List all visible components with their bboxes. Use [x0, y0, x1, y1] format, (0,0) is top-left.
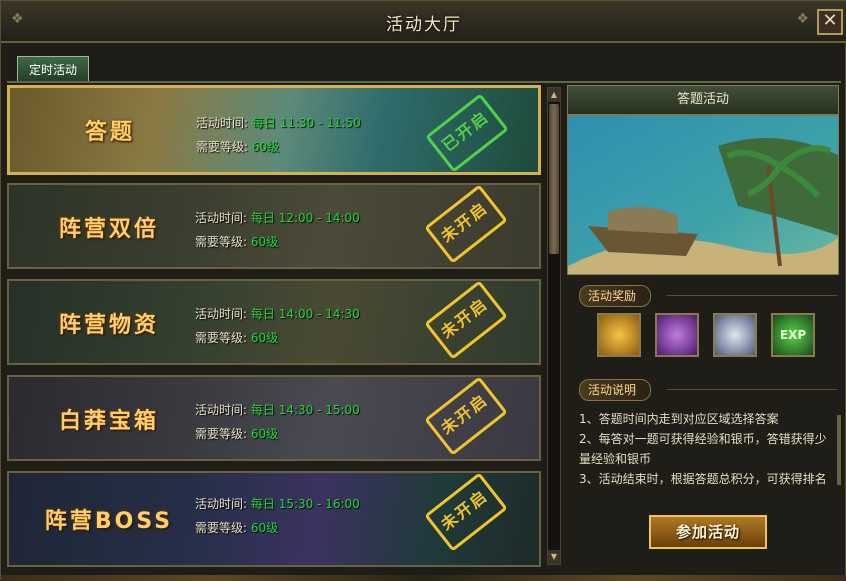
join-activity-button[interactable]: 参加活动: [649, 515, 767, 549]
corner-ornament-icon: ❖: [796, 11, 809, 27]
time-label: 活动时间:: [195, 307, 248, 321]
level-label: 需要等级:: [195, 521, 248, 535]
activity-name: 阵营双倍: [58, 217, 159, 242]
level-value: 60级: [251, 140, 280, 154]
tab-timed-activities[interactable]: 定时活动: [17, 56, 89, 82]
time-value: 每日 14:30 - 15:00: [250, 403, 360, 417]
activity-card-camp-supplies[interactable]: 阵营物资 活动时间: 每日 14:00 - 14:30 需要等级: 60级 未开…: [7, 279, 541, 365]
description-line: 2、每答对一题可获得经验和银币，答错获得少量经验和银币: [579, 432, 827, 466]
section-divider: [667, 295, 837, 296]
level-label: 需要等级:: [195, 235, 248, 249]
level-label: 需要等级:: [195, 427, 248, 441]
activity-card-quiz[interactable]: 答题 活动时间: 每日 11:30 - 11:50 需要等级: 60级 已开启: [7, 85, 541, 175]
section-divider: [667, 389, 837, 390]
activity-hall-window: ❖ 活动大厅 ❖ ✕ 定时活动 答题 活动时间: 每日 11:30 - 11:5…: [0, 0, 846, 581]
tab-divider: [7, 81, 841, 83]
description-line: 1、答题时间内走到对应区域选择答案: [579, 412, 779, 426]
time-label: 活动时间:: [195, 497, 248, 511]
scroll-up-icon[interactable]: ▲: [548, 88, 560, 102]
activity-name: 阵营BOSS: [44, 509, 174, 534]
scroll-down-icon[interactable]: ▼: [548, 550, 560, 564]
treasure-chest-icon[interactable]: [655, 313, 699, 357]
activity-card-camp-double[interactable]: 阵营双倍 活动时间: 每日 12:00 - 14:00 需要等级: 60级 未开…: [7, 183, 541, 269]
activity-preview-image: [567, 115, 839, 275]
description-scrollbar[interactable]: [837, 415, 841, 485]
level-value: 60级: [250, 427, 279, 441]
time-label: 活动时间:: [195, 403, 248, 417]
activity-card-treasure-box[interactable]: 白莽宝箱 活动时间: 每日 14:30 - 15:00 需要等级: 60级 未开…: [7, 375, 541, 461]
activity-name: 答题: [84, 120, 135, 145]
time-value: 每日 12:00 - 14:00: [250, 211, 360, 225]
level-value: 60级: [250, 235, 279, 249]
time-label: 活动时间:: [196, 116, 249, 130]
description-line: 3、活动结束时，根据答题总积分，可获得排名: [579, 472, 827, 486]
time-value: 每日 14:00 - 14:30: [250, 307, 360, 321]
description-section-label: 活动说明: [579, 379, 652, 401]
activity-name: 白莽宝箱: [58, 409, 159, 434]
reward-section-label: 活动奖励: [579, 285, 652, 307]
time-label: 活动时间:: [195, 211, 248, 225]
scroll-thumb[interactable]: [549, 104, 559, 254]
activity-card-camp-boss[interactable]: 阵营BOSS 活动时间: 每日 15:30 - 16:00 需要等级: 60级 …: [7, 471, 541, 567]
level-value: 60级: [250, 331, 279, 345]
level-label: 需要等级:: [196, 140, 249, 154]
time-value: 每日 11:30 - 11:50: [251, 116, 361, 130]
activity-description: 1、答题时间内走到对应区域选择答案 2、每答对一题可获得经验和银币，答错获得少量…: [579, 409, 831, 489]
close-button[interactable]: ✕: [817, 9, 843, 35]
activity-name: 阵营物资: [58, 313, 159, 338]
activity-detail-panel: 答题活动 活动奖励 EXP 活动说明 1、答题时间内走到对应区域选择答案 2、每…: [567, 85, 841, 575]
detail-title: 答题活动: [567, 85, 839, 115]
gold-ingot-icon[interactable]: [597, 313, 641, 357]
beach-boat-illustration: [568, 116, 838, 274]
silver-coin-icon[interactable]: [713, 313, 757, 357]
time-value: 每日 15:30 - 16:00: [250, 497, 360, 511]
exp-icon[interactable]: EXP: [771, 313, 815, 357]
level-label: 需要等级:: [195, 331, 248, 345]
window-title: 活动大厅: [386, 15, 462, 35]
level-value: 60级: [250, 521, 279, 535]
activity-list-scrollbar[interactable]: ▲ ▼: [547, 87, 561, 565]
title-bar[interactable]: ❖ 活动大厅 ❖ ✕: [1, 1, 846, 43]
activity-list: 答题 活动时间: 每日 11:30 - 11:50 需要等级: 60级 已开启 …: [7, 85, 541, 571]
bottom-ornament: [1, 575, 846, 581]
